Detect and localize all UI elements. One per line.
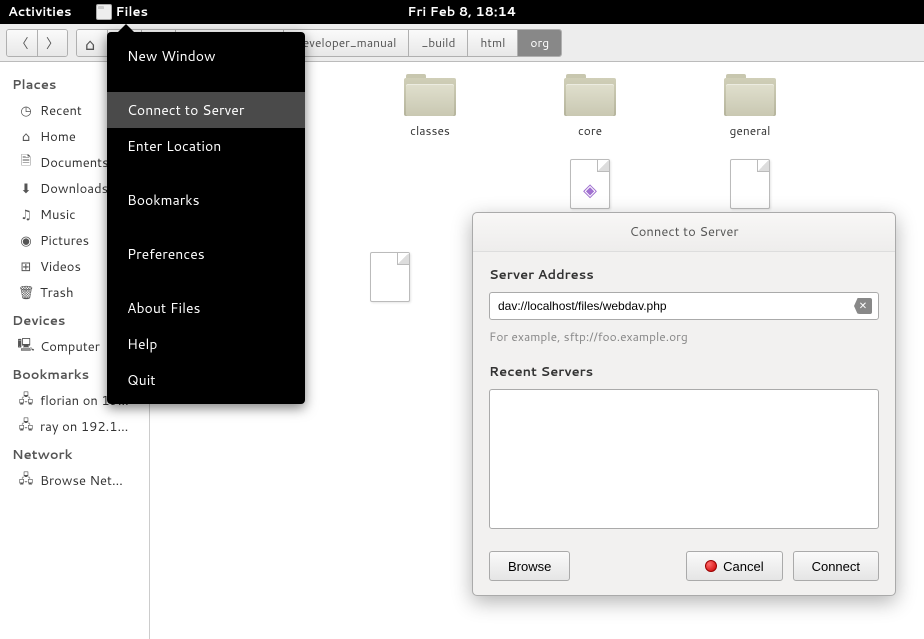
sidebar-browse-network-label: Browse Net… xyxy=(40,472,123,490)
connect-to-server-dialog: Connect to Server Server Address ✕ For e… xyxy=(472,212,896,596)
folder-label: general xyxy=(730,122,771,139)
server-address-input[interactable] xyxy=(498,299,854,313)
top-bar: Activities Files Fri Feb 8, 18:14 xyxy=(0,0,924,24)
sidebar-downloads-label: Downloads xyxy=(40,180,108,198)
trash-icon: 🗑 xyxy=(18,285,34,301)
sidebar-music-label: Music xyxy=(40,206,76,224)
activities-button[interactable]: Activities xyxy=(8,3,72,21)
sidebar-pictures-label: Pictures xyxy=(40,232,89,250)
network-drive-icon: 🖧 xyxy=(18,393,34,409)
clock-icon: ◷ xyxy=(18,103,34,119)
sidebar-bookmark-2[interactable]: 🖧 ray on 192.1… xyxy=(0,414,149,440)
folder-classes[interactable]: classes xyxy=(370,74,490,139)
file-icon: ◈ xyxy=(570,159,610,209)
network-drive-icon: 🖧 xyxy=(18,419,34,435)
files-app-menu[interactable]: Files xyxy=(96,3,148,21)
address-hint: For example, sftp://foo.example.org xyxy=(489,328,879,345)
clock[interactable]: Fri Feb 8, 18:14 xyxy=(407,3,516,21)
breadcrumb-org[interactable]: org xyxy=(517,30,561,56)
sidebar-bookmark-2-label: ray on 192.1… xyxy=(40,418,128,436)
file-icon xyxy=(730,159,770,209)
folder-icon xyxy=(724,74,776,116)
recent-servers-label: Recent Servers xyxy=(489,363,879,381)
folder-label: classes xyxy=(410,122,450,139)
cancel-label: Cancel xyxy=(723,559,763,574)
folder-icon xyxy=(564,74,616,116)
back-button[interactable]: 〈 xyxy=(7,30,37,56)
files-app-icon xyxy=(96,4,112,20)
chevron-left-icon: 〈 xyxy=(15,33,28,53)
folder-label: core xyxy=(578,122,602,139)
chevron-right-icon: 〉 xyxy=(46,33,59,53)
sidebar-trash-label: Trash xyxy=(40,284,74,302)
sidebar-videos-label: Videos xyxy=(40,258,81,276)
file-hidden-3[interactable] xyxy=(330,252,450,302)
menu-enter-location[interactable]: Enter Location xyxy=(107,128,305,164)
folder-icon xyxy=(404,74,456,116)
music-icon: ♫ xyxy=(18,207,34,223)
forward-button[interactable]: 〉 xyxy=(37,30,67,56)
sidebar-recent-label: Recent xyxy=(40,102,82,120)
folder-core[interactable]: core xyxy=(530,74,650,139)
camera-icon: ◉ xyxy=(18,233,34,249)
folder-general[interactable]: general xyxy=(690,74,810,139)
sidebar-computer-label: Computer xyxy=(40,338,100,356)
menu-bookmarks[interactable]: Bookmarks xyxy=(107,182,305,218)
app-menu: New Window Connect to Server Enter Locat… xyxy=(107,32,305,404)
home-icon xyxy=(85,37,99,49)
sidebar-documents-label: Documents xyxy=(40,154,109,172)
menu-about[interactable]: About Files xyxy=(107,290,305,326)
home-icon: ⌂ xyxy=(18,129,34,145)
menu-connect-to-server[interactable]: Connect to Server xyxy=(107,92,305,128)
download-icon: ⬇ xyxy=(18,181,34,197)
stop-icon xyxy=(705,560,717,572)
menu-help[interactable]: Help xyxy=(107,326,305,362)
connect-button[interactable]: Connect xyxy=(793,551,879,581)
breadcrumb-build[interactable]: _build xyxy=(408,30,467,56)
recent-servers-list[interactable] xyxy=(489,389,879,529)
menu-new-window[interactable]: New Window xyxy=(107,38,305,74)
breadcrumb-home[interactable] xyxy=(77,30,107,56)
menu-preferences[interactable]: Preferences xyxy=(107,236,305,272)
browse-button[interactable]: Browse xyxy=(489,551,570,581)
menu-quit[interactable]: Quit xyxy=(107,362,305,398)
server-address-label: Server Address xyxy=(489,266,879,284)
video-icon: ⊞ xyxy=(18,259,34,275)
files-app-label: Files xyxy=(116,3,148,21)
document-icon: 🗎 xyxy=(18,155,34,171)
clear-input-icon[interactable]: ✕ xyxy=(854,298,872,314)
cancel-button[interactable]: Cancel xyxy=(686,551,782,581)
network-icon: 🖧 xyxy=(18,473,34,489)
computer-icon: 🖳 xyxy=(18,339,34,355)
dialog-title: Connect to Server xyxy=(473,213,895,252)
network-header: Network xyxy=(0,440,149,468)
sidebar-home-label: Home xyxy=(40,128,76,146)
file-icon xyxy=(370,252,410,302)
nav-buttons: 〈 〉 xyxy=(6,29,68,57)
js-badge-icon: ◈ xyxy=(583,176,597,202)
breadcrumb-html[interactable]: html xyxy=(467,30,517,56)
server-address-field-wrap: ✕ xyxy=(489,292,879,320)
menu-pointer xyxy=(118,24,134,32)
sidebar-browse-network[interactable]: 🖧 Browse Net… xyxy=(0,468,149,494)
